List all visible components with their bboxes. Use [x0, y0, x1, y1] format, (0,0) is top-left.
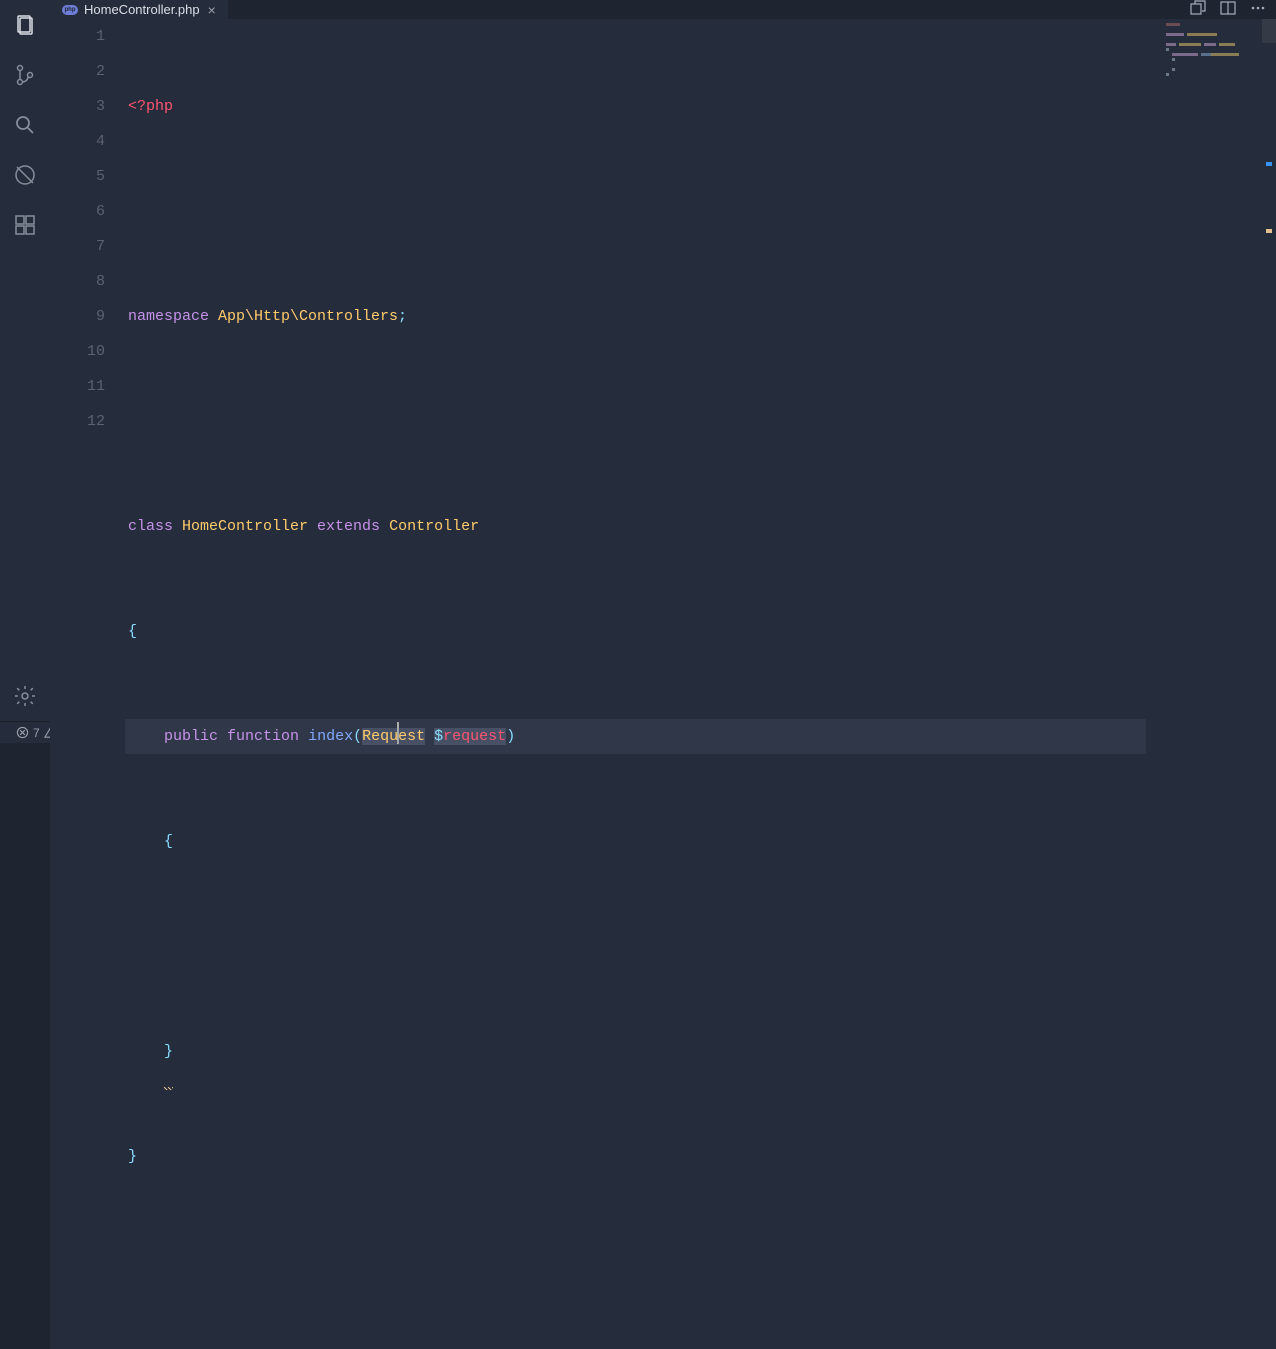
- php-file-icon: php: [62, 5, 78, 15]
- settings-gear-icon[interactable]: [0, 671, 50, 721]
- vertical-scrollbar[interactable]: [1262, 19, 1276, 1349]
- more-actions-icon[interactable]: [1250, 0, 1266, 19]
- debug-icon[interactable]: [0, 150, 50, 200]
- source-control-icon[interactable]: [0, 50, 50, 100]
- tab-close-icon[interactable]: ×: [206, 2, 218, 18]
- editor-pane: php HomeController.php × 1 2 3: [50, 0, 1276, 721]
- overview-ruler-warning: [1266, 229, 1272, 233]
- activity-bar: [0, 0, 50, 721]
- current-line: public function index(Request $request): [125, 719, 1146, 754]
- extensions-icon[interactable]: [0, 200, 50, 250]
- warning-squiggle: [164, 1087, 173, 1090]
- tab-homecontroller[interactable]: php HomeController.php ×: [50, 0, 229, 19]
- compare-changes-icon[interactable]: [1190, 0, 1206, 19]
- editor-body[interactable]: 1 2 3 4 5 6 7 8 9 10 11 12 <?php namespa…: [50, 19, 1276, 1349]
- tab-filename: HomeController.php: [84, 2, 200, 17]
- main-area: php HomeController.php × 1 2 3: [0, 0, 1276, 721]
- code-area[interactable]: <?php namespace App\Http\Controllers; cl…: [125, 19, 1276, 1349]
- minimap[interactable]: [1162, 19, 1262, 1349]
- split-editor-icon[interactable]: [1220, 0, 1236, 19]
- tab-bar: php HomeController.php ×: [50, 0, 1276, 19]
- overview-ruler-cursor: [1266, 162, 1272, 166]
- explorer-icon[interactable]: [0, 0, 50, 50]
- editor-actions: [1190, 0, 1276, 19]
- line-number-gutter: 1 2 3 4 5 6 7 8 9 10 11 12: [50, 19, 125, 1349]
- error-icon: [16, 726, 29, 739]
- search-icon[interactable]: [0, 100, 50, 150]
